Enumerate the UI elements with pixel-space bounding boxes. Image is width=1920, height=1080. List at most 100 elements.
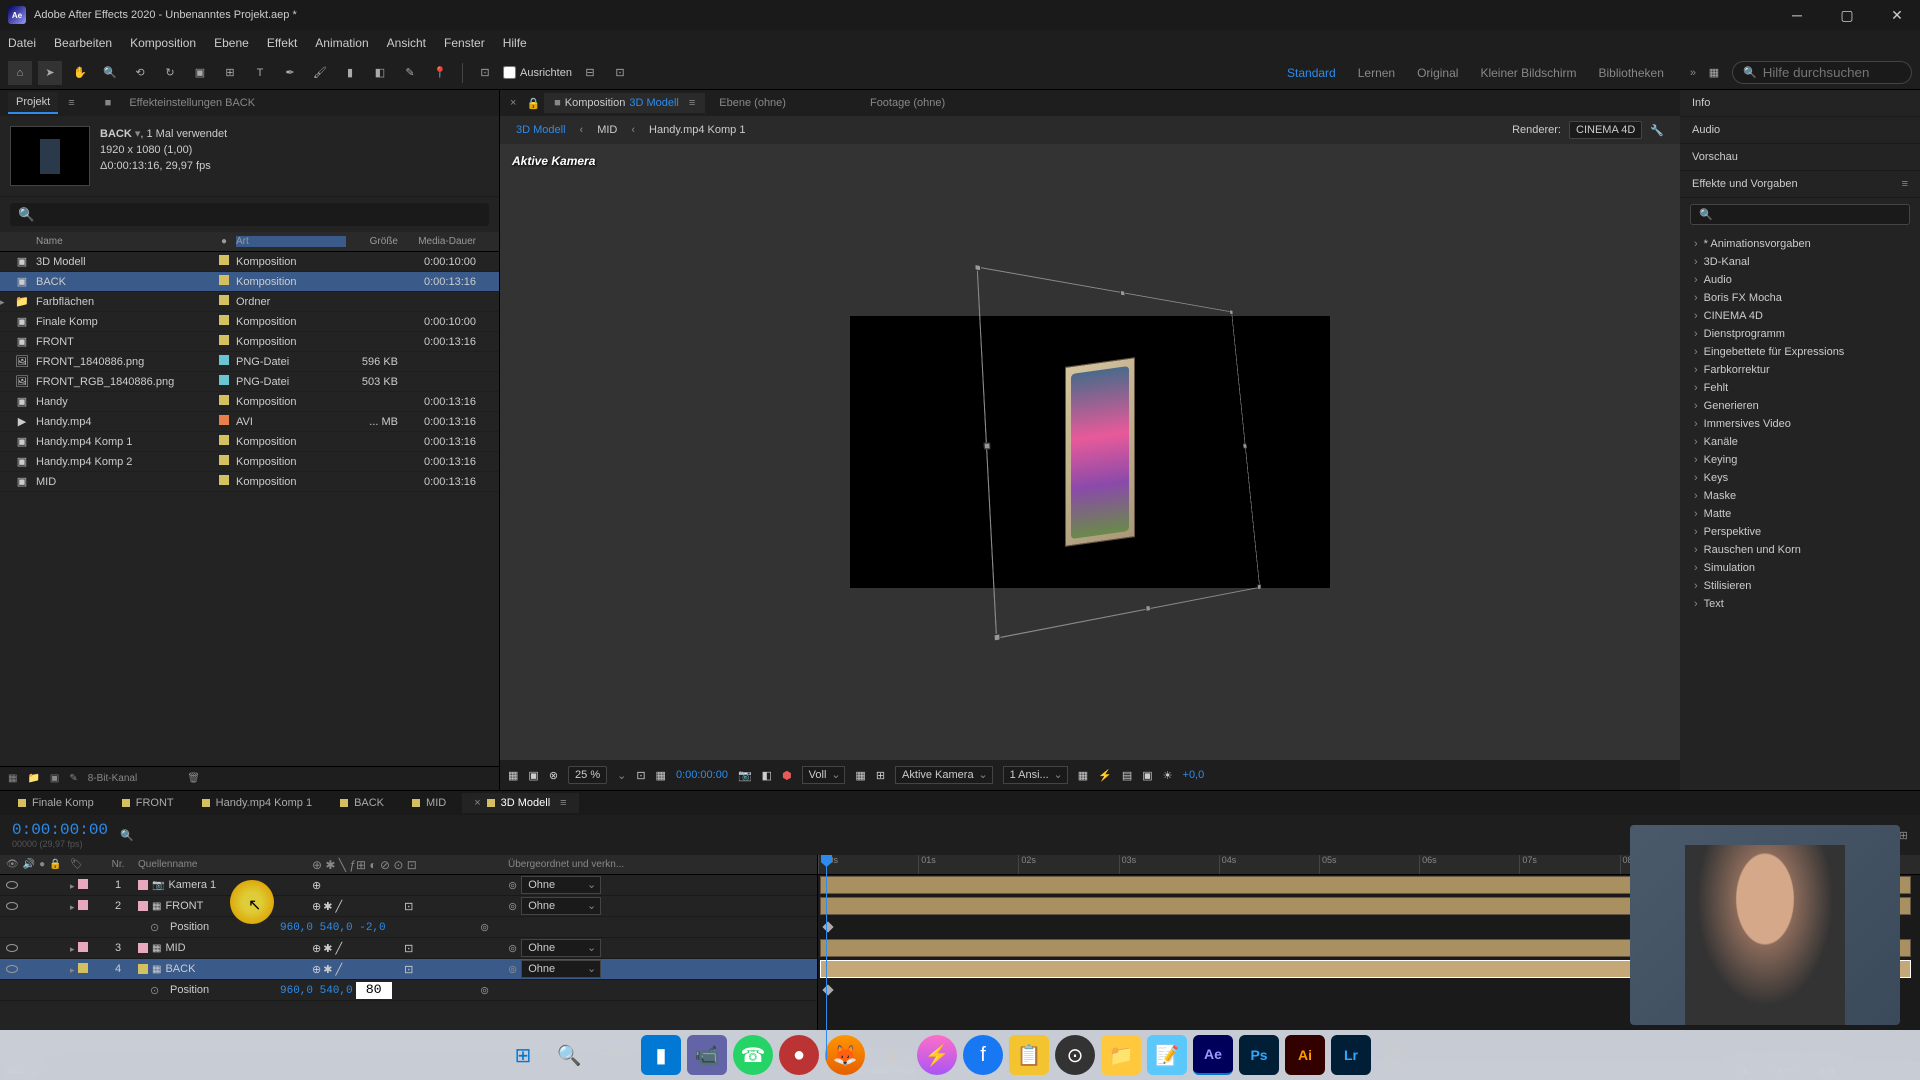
playhead[interactable] (826, 855, 827, 1060)
resolution-select[interactable]: Voll (802, 766, 846, 784)
effect-category[interactable]: Audio (1680, 271, 1920, 289)
effect-category[interactable]: Rauschen und Korn (1680, 541, 1920, 559)
new-folder-icon[interactable]: 📁 (27, 773, 39, 784)
illustrator[interactable]: Ai (1285, 1035, 1325, 1075)
effect-category[interactable]: Matte (1680, 505, 1920, 523)
breadcrumb-1[interactable]: 3D Modell (516, 124, 566, 136)
whatsapp[interactable]: ☎ (733, 1035, 773, 1075)
puppet-tool[interactable]: 📍 (428, 61, 452, 85)
workspace-bibliotheken[interactable]: Bibliotheken (1598, 66, 1663, 80)
timeline-tab[interactable]: BACK (328, 793, 396, 813)
mask-icon[interactable]: ⊡ (608, 61, 632, 85)
timeline-tab[interactable]: × 3D Modell ≡ (462, 793, 578, 813)
obs[interactable]: ⊙ (1055, 1035, 1095, 1075)
menu-bearbeiten[interactable]: Bearbeiten (54, 36, 112, 50)
project-item[interactable]: ▸📁FarbflächenOrdner (0, 292, 499, 312)
snap-icon[interactable]: ⊡ (473, 61, 497, 85)
eraser-tool[interactable]: ◧ (368, 61, 392, 85)
bit-depth[interactable]: 8-Bit-Kanal (88, 773, 137, 784)
pixel-icon[interactable]: ▦ (1078, 769, 1088, 782)
project-item[interactable]: ▣3D ModellKomposition0:00:10:00 (0, 252, 499, 272)
photoshop[interactable]: Ps (1239, 1035, 1279, 1075)
app-9[interactable]: 📋 (1009, 1035, 1049, 1075)
effect-category[interactable]: Kanäle (1680, 433, 1920, 451)
orbit-tool[interactable]: ⟲ (128, 61, 152, 85)
timecode[interactable]: 0:00:00:00 (12, 821, 108, 839)
selection-tool[interactable]: ➤ (38, 61, 62, 85)
position-z-input[interactable] (356, 982, 392, 999)
workspace-lernen[interactable]: Lernen (1358, 66, 1395, 80)
app-2[interactable]: 📹 (687, 1035, 727, 1075)
res-icon[interactable]: ⊡ (636, 769, 645, 782)
text-tool[interactable]: T (248, 61, 272, 85)
preview-panel[interactable]: Vorschau (1680, 144, 1920, 171)
workspace-kleiner bildschirm[interactable]: Kleiner Bildschirm (1480, 66, 1576, 80)
menu-animation[interactable]: Animation (315, 36, 368, 50)
effect-category[interactable]: Farbkorrektur (1680, 361, 1920, 379)
project-item[interactable]: ▣Finale KompKomposition0:00:10:00 (0, 312, 499, 332)
speaker-col-icon[interactable]: 🔊 (23, 859, 35, 870)
effect-controls-tab[interactable]: Effekteinstellungen BACK (121, 93, 263, 113)
zoom-tool[interactable]: 🔍 (98, 61, 122, 85)
eye-col-icon[interactable]: 👁 (6, 859, 19, 870)
workspace-original[interactable]: Original (1417, 66, 1458, 80)
effects-panel[interactable]: Effekte und Vorgaben (1692, 178, 1798, 190)
camera-select[interactable]: Aktive Kamera (895, 766, 993, 784)
app-6[interactable]: ♟ (871, 1035, 911, 1075)
search-taskbar[interactable]: 🔍 (549, 1035, 589, 1075)
wrench-icon[interactable]: 🔧 (1650, 124, 1664, 137)
lock-col-icon[interactable]: 🔒 (49, 859, 61, 870)
timeline-tab[interactable]: Handy.mp4 Komp 1 (190, 793, 324, 813)
property-row[interactable]: ⊙Position960,0 540,0 ⊚ (0, 980, 817, 1001)
project-item[interactable]: ▣Handy.mp4 Komp 2Komposition0:00:13:16 (0, 452, 499, 472)
trash-icon[interactable]: 🗑 (187, 773, 200, 784)
effect-category[interactable]: Dienstprogramm (1680, 325, 1920, 343)
menu-ansicht[interactable]: Ansicht (387, 36, 426, 50)
menu-hilfe[interactable]: Hilfe (503, 36, 527, 50)
zoom-select[interactable]: 25 % (568, 766, 607, 784)
comp-icon[interactable]: ▣ (1142, 769, 1152, 782)
grid-icon[interactable]: ⊟ (578, 61, 602, 85)
hand-tool[interactable]: ✋ (68, 61, 92, 85)
ruler-tick[interactable]: 07s (1519, 855, 1619, 874)
color-icon[interactable]: ⬢ (782, 769, 792, 782)
effect-category[interactable]: Immersives Video (1680, 415, 1920, 433)
view-select[interactable]: 1 Ansi... (1003, 766, 1068, 784)
ruler-tick[interactable]: 04s (1219, 855, 1319, 874)
ruler-tick[interactable]: 01s (918, 855, 1018, 874)
audio-panel[interactable]: Audio (1680, 117, 1920, 144)
effect-category[interactable]: Generieren (1680, 397, 1920, 415)
effect-category[interactable]: Boris FX Mocha (1680, 289, 1920, 307)
project-item[interactable]: ▣FRONTKomposition0:00:13:16 (0, 332, 499, 352)
project-item[interactable]: ▶Handy.mp4AVI... MB0:00:13:16 (0, 412, 499, 432)
project-item[interactable]: ▣HandyKomposition0:00:13:16 (0, 392, 499, 412)
project-tab[interactable]: Projekt (8, 92, 58, 114)
project-search[interactable] (10, 203, 489, 226)
rotate-tool[interactable]: ↻ (158, 61, 182, 85)
composition-viewer[interactable] (850, 316, 1330, 588)
solo-col-icon[interactable]: ● (39, 859, 45, 870)
ruler-tick[interactable]: 02s (1018, 855, 1118, 874)
guides-icon[interactable]: ▣ (528, 769, 538, 782)
firefox[interactable]: 🦊 (825, 1035, 865, 1075)
channel-icon[interactable]: ▦ (656, 769, 666, 782)
layer-row[interactable]: ▸ 4 ▦ BACK⊕ ✱ ╱⊡⊚ Ohne (0, 959, 817, 980)
maximize-button[interactable]: ▢ (1832, 1, 1862, 29)
region-icon[interactable]: ◧ (762, 769, 772, 782)
snapshot-icon[interactable]: 📷 (738, 769, 752, 782)
effect-category[interactable]: Keys (1680, 469, 1920, 487)
messenger[interactable]: ⚡ (917, 1035, 957, 1075)
close-button[interactable]: ✕ (1882, 1, 1912, 29)
renderer-select[interactable]: CINEMA 4D (1569, 121, 1642, 139)
help-search[interactable]: 🔍 (1732, 61, 1912, 84)
timeline-tab[interactable]: MID (400, 793, 458, 813)
pen-tool[interactable]: ✒ (278, 61, 302, 85)
lightroom[interactable]: Lr (1331, 1035, 1371, 1075)
effect-category[interactable]: Perspektive (1680, 523, 1920, 541)
workspace-standard[interactable]: Standard (1287, 66, 1336, 80)
interpret-icon[interactable]: ▦ (8, 773, 17, 784)
effect-category[interactable]: Keying (1680, 451, 1920, 469)
effect-category[interactable]: Stilisieren (1680, 577, 1920, 595)
effect-category[interactable]: CINEMA 4D (1680, 307, 1920, 325)
footage-viewer-tab[interactable]: Footage (ohne) (860, 93, 955, 113)
